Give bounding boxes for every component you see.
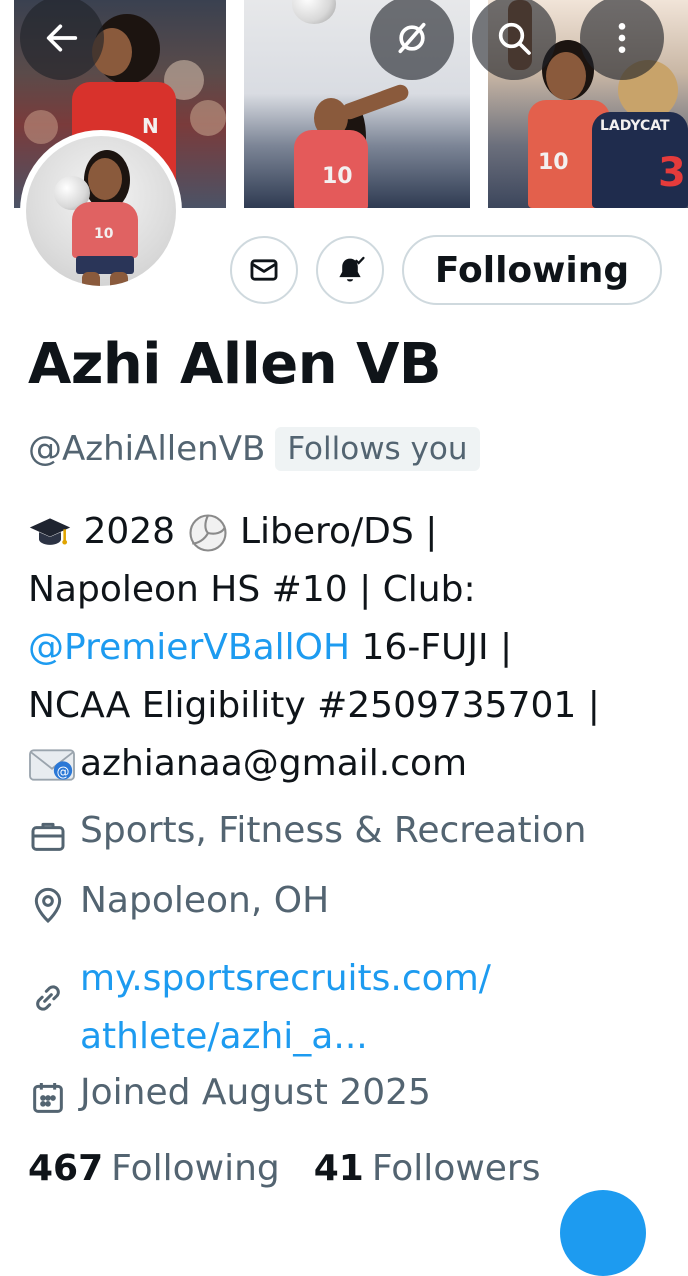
followers-count: 41 — [313, 1148, 364, 1189]
following-button[interactable]: Following — [402, 235, 662, 305]
more-options-button[interactable] — [580, 0, 664, 80]
email-envelope-icon: @ — [29, 749, 75, 781]
category-row: Sports, Fitness & Recreation — [28, 810, 586, 856]
following-label: Following — [111, 1148, 280, 1189]
website-row: my.sportsrecruits.com/ athlete/azhi_a... — [28, 950, 491, 1066]
volleyball-icon — [188, 514, 227, 552]
bio-line-5: @ azhianaa@gmail.com — [28, 735, 668, 793]
grok-icon — [398, 22, 426, 54]
follow-counts: 467 Following 41 Followers — [28, 1148, 575, 1189]
link-icon — [36, 985, 60, 1011]
website-link-line-1: my.sportsrecruits.com/ — [80, 958, 491, 999]
followers-label: Followers — [371, 1148, 541, 1189]
svg-text:@: @ — [57, 765, 70, 780]
joined-row: Joined August 2025 — [28, 1072, 431, 1118]
bio-line-2: Napoleon HS #10 | Club: — [28, 569, 476, 610]
follows-you-badge: Follows you — [275, 427, 480, 471]
bio-position: Libero/DS | — [228, 511, 438, 552]
avatar[interactable]: 10 — [20, 130, 182, 292]
search-icon — [498, 22, 531, 55]
joined-text: Joined August 2025 — [80, 1072, 431, 1113]
following-count: 467 — [28, 1148, 104, 1189]
website-link[interactable]: my.sportsrecruits.com/ athlete/azhi_a... — [80, 950, 491, 1066]
followers-count-link[interactable]: 41 Followers — [314, 1148, 541, 1189]
club-mention-link[interactable]: @PremierVBallOH — [28, 627, 350, 668]
display-name: Azhi Allen VB — [28, 332, 442, 397]
bio-line-4: NCAA Eligibility #2509735701 | — [28, 685, 600, 726]
bio: 2028 Libero/DS | Napoleon HS #10 | Club:… — [28, 503, 668, 793]
bio-team: 16-FUJI | — [350, 627, 513, 668]
bio-year: 2028 — [72, 511, 187, 552]
location-row: Napoleon, OH — [28, 880, 329, 926]
back-button[interactable] — [20, 0, 104, 80]
location-text: Napoleon, OH — [80, 880, 330, 921]
envelope-icon — [250, 259, 278, 281]
bio-email: azhianaa@gmail.com — [80, 743, 468, 784]
bell-check-icon — [339, 256, 365, 282]
briefcase-icon — [31, 822, 65, 851]
category-text: Sports, Fitness & Recreation — [80, 810, 587, 851]
grok-button[interactable] — [370, 0, 454, 80]
website-link-line-2: athlete/azhi_a... — [80, 1016, 368, 1057]
message-button[interactable] — [230, 236, 298, 304]
bio-line-1: 2028 Libero/DS | — [28, 503, 668, 561]
following-count-link[interactable]: 467 Following — [28, 1148, 280, 1189]
avatar-image: 10 — [26, 136, 176, 286]
arrow-left-icon — [46, 24, 78, 52]
notifications-button[interactable] — [316, 236, 384, 304]
search-button[interactable] — [472, 0, 556, 80]
handle: @AzhiAllenVB — [28, 429, 266, 469]
graduation-cap-icon — [29, 518, 71, 545]
bio-line-3: @PremierVBallOH 16-FUJI | — [28, 619, 668, 677]
calendar-icon — [33, 1083, 63, 1113]
more-vertical-icon — [618, 23, 626, 53]
compose-button[interactable] — [560, 1190, 646, 1276]
location-pin-icon — [34, 887, 62, 924]
handle-row: @AzhiAllenVB Follows you — [28, 424, 480, 474]
